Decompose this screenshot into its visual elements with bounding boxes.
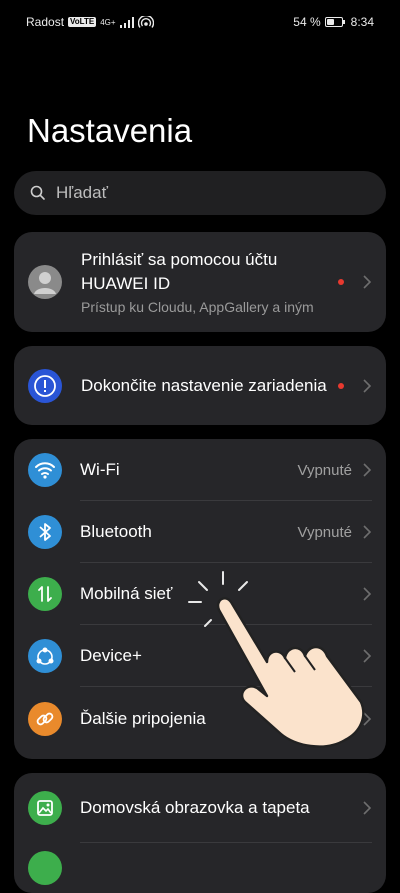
display-card: Domovská obrazovka a tapeta [14, 773, 386, 893]
setup-row[interactable]: Dokončite nastavenie zariadenia [14, 346, 386, 425]
chevron-right-icon [363, 712, 372, 726]
notification-dot [338, 279, 344, 285]
status-right: 54 % 8:34 [293, 15, 374, 29]
avatar-icon [28, 265, 62, 299]
battery-icon [324, 17, 345, 27]
volte-icon: VoLTE [68, 17, 97, 27]
carrier-name: Radost [26, 15, 65, 29]
settings-item-home-screen[interactable]: Domovská obrazovka a tapeta [14, 773, 386, 843]
search-placeholder: Hľadať [56, 183, 108, 202]
status-bar: Radost VoLTE 4G+ 54 % 8:34 [0, 0, 400, 44]
mobile-network-label: Mobilná sieť [80, 584, 173, 603]
page-title: Nastavenia [27, 112, 193, 149]
bluetooth-status: Vypnuté [297, 523, 353, 541]
settings-item-partial[interactable] [14, 843, 386, 893]
chevron-right-icon [363, 801, 372, 815]
search-icon [30, 185, 45, 200]
partial-item-icon [28, 851, 62, 885]
wifi-status: Vypnuté [297, 461, 353, 479]
signal-icon [119, 16, 134, 28]
notification-dot [338, 382, 344, 389]
more-connections-label: Ďalšie pripojenia [80, 709, 206, 728]
chevron-right-icon [363, 525, 372, 539]
battery-percent: 54 % [293, 15, 321, 29]
settings-item-device-plus[interactable]: Device+ [14, 625, 386, 687]
connections-card: Wi-Fi Vypnuté Bluetooth Vypnuté Mobilná … [14, 439, 386, 759]
link-icon [28, 702, 62, 736]
clock: 8:34 [350, 15, 374, 29]
chevron-right-icon [363, 649, 372, 663]
home-screen-icon [28, 791, 62, 825]
mobile-network-icon [28, 577, 62, 611]
account-row[interactable]: Prihlásiť sa pomocou účtu HUAWEI ID Prís… [14, 232, 386, 332]
chevron-right-icon [363, 378, 372, 393]
chevron-right-icon [363, 587, 372, 601]
settings-item-wifi[interactable]: Wi-Fi Vypnuté [14, 439, 386, 501]
setup-title: Dokončite nastavenie zariadenia [81, 375, 327, 395]
status-left: Radost VoLTE 4G+ [26, 15, 154, 29]
setup-card[interactable]: Dokončite nastavenie zariadenia [14, 346, 386, 425]
wifi-icon [28, 453, 62, 487]
device-plus-icon [28, 639, 62, 673]
bluetooth-icon [28, 515, 62, 549]
settings-item-more-connections[interactable]: Ďalšie pripojenia [14, 687, 386, 751]
wifi-label: Wi-Fi [80, 460, 120, 479]
settings-item-mobile-network[interactable]: Mobilná sieť [14, 563, 386, 625]
device-plus-label: Device+ [80, 646, 142, 665]
settings-item-bluetooth[interactable]: Bluetooth Vypnuté [14, 501, 386, 563]
account-title: Prihlásiť sa pomocou účtu HUAWEI ID [81, 250, 278, 293]
account-card[interactable]: Prihlásiť sa pomocou účtu HUAWEI ID Prís… [14, 232, 386, 332]
chevron-right-icon [363, 275, 372, 289]
search-bar[interactable]: Hľadať [14, 171, 386, 215]
network-type: 4G+ [100, 17, 116, 27]
bluetooth-label: Bluetooth [80, 522, 152, 541]
hotspot-icon [137, 16, 154, 28]
home-screen-label: Domovská obrazovka a tapeta [80, 798, 310, 817]
info-icon [28, 368, 62, 403]
account-subtitle: Prístup ku Cloudu, AppGallery a iným [81, 299, 314, 315]
chevron-right-icon [363, 463, 372, 477]
